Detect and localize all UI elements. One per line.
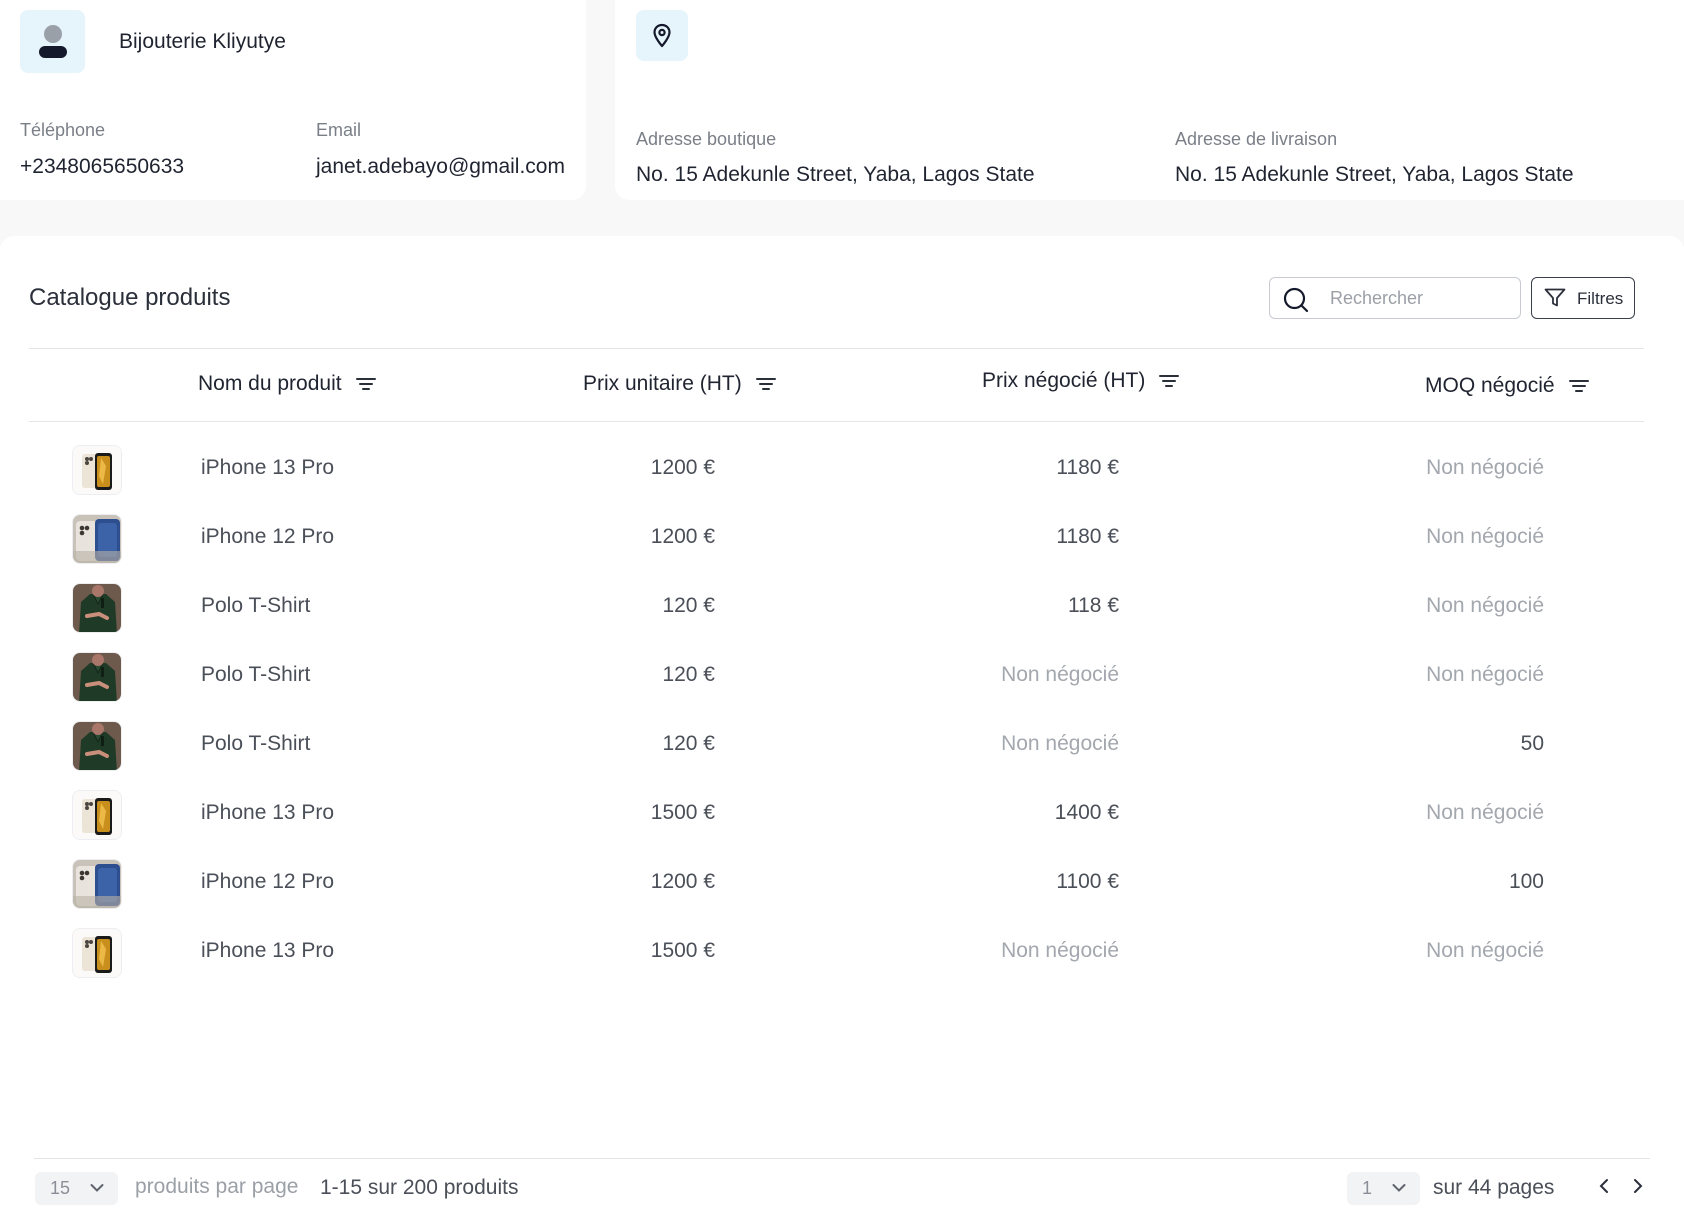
filter-funnel-icon [1544, 288, 1566, 307]
negotiated-price: Non négocié [1001, 732, 1119, 755]
location-pin-icon [636, 10, 688, 61]
table-row[interactable]: iPhone 13 Pro 1200 € 1180 € Non négocié [29, 434, 1644, 503]
column-header-moq[interactable]: MOQ négocié [1425, 374, 1589, 398]
search-box[interactable] [1269, 277, 1521, 319]
unit-price: 1200 € [650, 870, 715, 893]
user-icon [44, 25, 62, 43]
total-pages-text: sur 44 pages [1433, 1176, 1555, 1199]
unit-price: 120 € [662, 732, 715, 755]
negotiated-price: 1180 € [1056, 525, 1119, 548]
negotiated-price: 118 € [1068, 594, 1119, 617]
unit-price: 120 € [662, 663, 715, 686]
product-thumbnail [72, 514, 122, 564]
chevron-down-icon [1392, 1184, 1406, 1192]
negotiated-moq: Non négocié [1426, 663, 1544, 686]
sort-icon[interactable] [1159, 373, 1180, 389]
shop-name: Bijouterie Kliyutye [119, 30, 286, 53]
table-row[interactable]: iPhone 13 Pro 1500 € 1400 € Non négocié [29, 779, 1644, 848]
product-thumbnail [72, 583, 122, 633]
phone-label: Téléphone [20, 120, 106, 140]
delivery-address-value: No. 15 Adekunle Street, Yaba, Lagos Stat… [1175, 163, 1574, 186]
product-catalogue-card: Catalogue produits Filtres Nom du produi… [0, 236, 1684, 1222]
pagination-divider [34, 1158, 1650, 1159]
product-thumbnail [72, 928, 122, 978]
negotiated-moq: Non négocié [1426, 801, 1544, 824]
negotiated-price: Non négocié [1001, 663, 1119, 686]
search-icon [1283, 287, 1309, 313]
product-name: Polo T-Shirt [201, 663, 311, 686]
email-value: janet.adebayo@gmail.com [316, 155, 565, 178]
chevron-down-icon [90, 1184, 104, 1192]
product-name: iPhone 12 Pro [201, 525, 335, 548]
unit-price: 120 € [662, 594, 715, 617]
previous-page-button[interactable] [1592, 1172, 1616, 1200]
sort-icon[interactable] [755, 376, 776, 392]
negotiated-moq: 100 [1508, 870, 1544, 893]
negotiated-price: Non négocié [1001, 939, 1119, 962]
product-thumbnail [72, 445, 122, 495]
product-name: Polo T-Shirt [201, 732, 311, 755]
product-name: iPhone 13 Pro [201, 939, 335, 962]
unit-price: 1200 € [650, 456, 715, 479]
search-input[interactable] [1330, 286, 1510, 310]
negotiated-moq: Non négocié [1426, 594, 1544, 617]
per-page-select[interactable]: 15 [35, 1172, 118, 1205]
unit-price: 1200 € [650, 525, 715, 548]
next-page-button[interactable] [1626, 1172, 1650, 1200]
phone-value: +2348065650633 [20, 155, 185, 178]
negotiated-moq: Non négocié [1426, 939, 1544, 962]
negotiated-price: 1180 € [1056, 456, 1119, 479]
product-name: Polo T-Shirt [201, 594, 311, 617]
shop-address-label: Adresse boutique [636, 129, 777, 149]
table-row[interactable]: iPhone 12 Pro 1200 € 1100 € 100 [29, 848, 1644, 917]
table-row[interactable]: Polo T-Shirt 120 € 118 € Non négocié [29, 572, 1644, 641]
product-name: iPhone 12 Pro [201, 870, 335, 893]
negotiated-price: 1100 € [1056, 870, 1119, 893]
negotiated-moq: Non négocié [1426, 525, 1544, 548]
negotiated-moq: Non négocié [1426, 456, 1544, 479]
address-card: Adresse boutique No. 15 Adekunle Street,… [615, 0, 1684, 200]
per-page-label: produits par page [135, 1175, 299, 1198]
column-header-name[interactable]: Nom du produit [198, 372, 376, 396]
unit-price: 1500 € [650, 939, 715, 962]
product-name: iPhone 13 Pro [201, 456, 335, 479]
unit-price: 1500 € [650, 801, 715, 824]
page-select[interactable]: 1 [1347, 1172, 1420, 1205]
chevron-right-icon [1634, 1179, 1643, 1193]
customer-contact-card: Bijouterie Kliyutye Téléphone +234806565… [0, 0, 586, 200]
product-name: iPhone 13 Pro [201, 801, 335, 824]
table-row[interactable]: iPhone 12 Pro 1200 € 1180 € Non négocié [29, 503, 1644, 572]
table-top-divider [29, 348, 1644, 349]
product-thumbnail [72, 859, 122, 909]
product-thumbnail [72, 652, 122, 702]
avatar [20, 10, 85, 73]
table-row[interactable]: Polo T-Shirt 120 € Non négocié Non négocié [29, 641, 1644, 710]
product-thumbnail [72, 721, 122, 771]
product-thumbnail [72, 790, 122, 840]
sort-icon[interactable] [355, 376, 376, 392]
chevron-left-icon [1599, 1179, 1608, 1193]
range-text: 1-15 sur 200 produits [320, 1176, 519, 1199]
table-row[interactable]: Polo T-Shirt 120 € Non négocié 50 [29, 710, 1644, 779]
negotiated-price: 1400 € [1054, 801, 1119, 824]
catalogue-title: Catalogue produits [29, 284, 231, 311]
email-label: Email [316, 120, 362, 140]
negotiated-moq: 50 [1520, 732, 1544, 755]
filters-button-label: Filtres [1577, 289, 1624, 308]
delivery-address-label: Adresse de livraison [1175, 129, 1338, 149]
column-header-negotiated-price[interactable]: Prix négocié (HT) [982, 369, 1180, 393]
table-row[interactable]: iPhone 13 Pro 1500 € Non négocié Non négoci… [29, 917, 1644, 986]
shop-address-value: No. 15 Adekunle Street, Yaba, Lagos Stat… [636, 163, 1035, 186]
sort-icon[interactable] [1568, 378, 1589, 394]
table-header-divider [29, 421, 1644, 422]
column-header-unit-price[interactable]: Prix unitaire (HT) [583, 372, 776, 396]
filters-button[interactable]: Filtres [1531, 277, 1635, 319]
